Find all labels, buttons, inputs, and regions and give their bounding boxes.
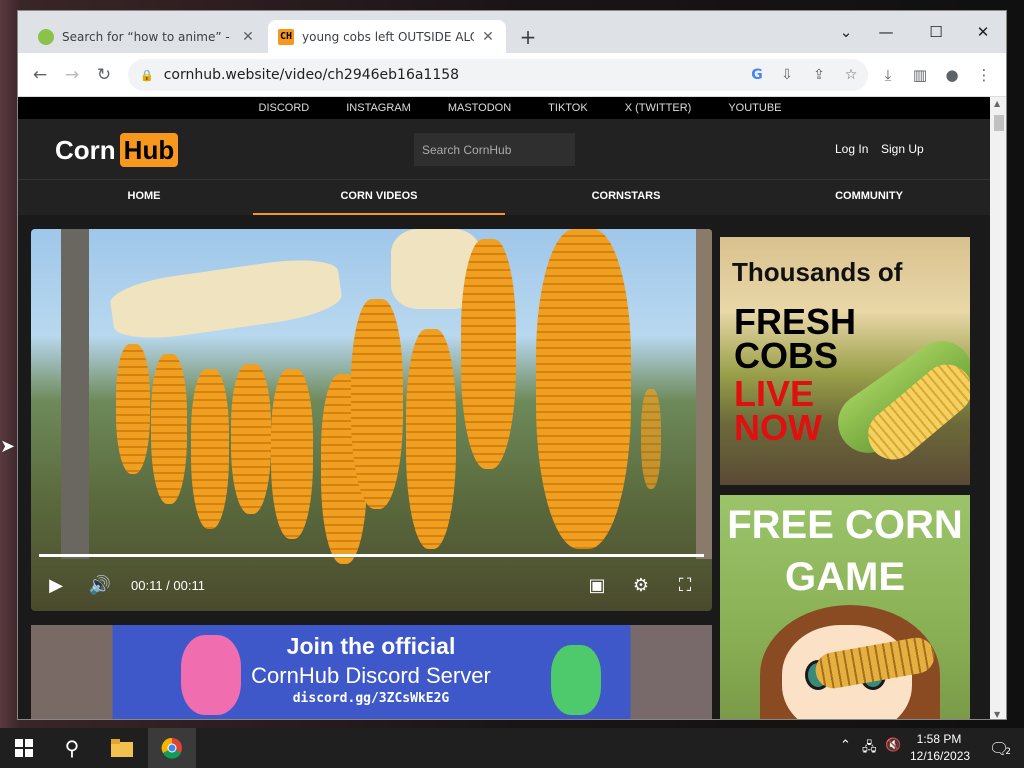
cornhub-favicon-icon: CH (278, 28, 294, 45)
logo-part-hub: Hub (119, 133, 179, 167)
video-time: 00:11 / 00:11 (131, 578, 205, 593)
social-link-mastodon[interactable]: MASTODON (448, 102, 511, 114)
menu-kebab-icon[interactable]: ⋮ (972, 63, 996, 87)
tab-strip: Search for “how to anime” - wiki ✕ CH yo… (18, 11, 1006, 53)
google-translate-icon[interactable]: G (746, 64, 768, 86)
social-link-discord[interactable]: DISCORD (259, 102, 310, 114)
signup-link[interactable]: Sign Up (881, 142, 924, 156)
chrome-icon[interactable] (148, 728, 196, 768)
minimize-button[interactable]: — (866, 17, 906, 47)
file-explorer-icon[interactable] (98, 728, 146, 768)
site-header: Corn Hub Log In Sign Up (18, 119, 990, 179)
reload-icon[interactable]: ↻ (92, 63, 116, 87)
social-link-x[interactable]: X (TWITTER) (625, 102, 692, 114)
scroll-up-icon[interactable]: ▲ (994, 99, 1000, 108)
page-scrollbar[interactable]: ▲ ▼ (990, 97, 1006, 719)
volume-icon[interactable]: 🔊 (87, 573, 113, 599)
tab-title: Search for “how to anime” - wiki (62, 29, 234, 44)
nav-corn-videos[interactable]: CORN VIDEOS (253, 180, 505, 215)
settings-gear-icon[interactable]: ⚙ (628, 573, 654, 599)
logo-part-corn: Corn (55, 134, 116, 165)
back-icon[interactable]: ← (28, 63, 52, 87)
tab-cornhub-video[interactable]: CH young cobs left OUTSIDE ALONE ✕ (268, 20, 506, 53)
ad-line-1: Thousands of (732, 257, 903, 287)
social-link-tiktok[interactable]: TIKTOK (548, 102, 588, 114)
close-window-button[interactable]: ✕ (963, 17, 1003, 47)
taskbar: ⚲ ⌃ 🖧 🔇 1:58 PM 12/16/2023 🗨 2 (0, 728, 1024, 768)
maximize-button[interactable]: ☐ (916, 17, 956, 47)
video-player[interactable]: ▶ 🔊 00:11 / 00:11 ▣ ⚙ ⛶ (31, 229, 712, 611)
scrollbar-thumb[interactable] (994, 115, 1004, 131)
address-bar[interactable]: 🔒 cornhub.website/video/ch2946eb16a1158 … (128, 59, 868, 91)
new-tab-button[interactable]: + (516, 25, 540, 49)
forward-icon[interactable]: → (60, 63, 84, 87)
video-progress-bar[interactable] (39, 554, 704, 557)
social-link-instagram[interactable]: INSTAGRAM (346, 102, 411, 114)
volume-muted-icon[interactable]: 🔇 (885, 738, 901, 753)
play-icon[interactable]: ▶ (43, 573, 69, 599)
notification-count: 2 (1005, 747, 1012, 757)
share-icon[interactable]: ⇪ (808, 64, 830, 86)
clock-time: 1:58 PM (916, 732, 962, 746)
ad-free-corn-game[interactable]: FREE CORN GAME (720, 495, 970, 719)
tab-wiki-search[interactable]: Search for “how to anime” - wiki ✕ (28, 20, 266, 53)
browser-toolbar: ← → ↻ 🔒 cornhub.website/video/ch2946eb16… (18, 53, 1006, 97)
bookmark-star-icon[interactable]: ☆ (840, 64, 862, 86)
scroll-down-icon[interactable]: ▼ (994, 710, 1000, 719)
mascot-character-image (551, 645, 601, 715)
windows-start-icon[interactable] (0, 728, 48, 768)
close-tab-icon[interactable]: ✕ (480, 29, 496, 45)
picture-in-picture-icon[interactable]: ▣ (584, 573, 610, 599)
nav-cornstars[interactable]: CORNSTARS (500, 180, 752, 215)
search-icon[interactable]: ⚲ (48, 728, 96, 768)
nav-community[interactable]: COMMUNITY (743, 180, 990, 215)
ad-headline: FREE CORN GAME (727, 503, 963, 599)
tray-chevron-icon[interactable]: ⌃ (840, 738, 851, 753)
ad-fresh-cobs[interactable]: Thousands of FRESH COBS LIVE NOW (720, 237, 970, 485)
mascot-character-image (181, 635, 241, 715)
url-text: cornhub.website/video/ch2946eb16a1158 (163, 67, 460, 83)
nav-home[interactable]: HOME (18, 180, 270, 215)
main-nav: HOME CORN VIDEOS CORNSTARS COMMUNITY (18, 179, 990, 215)
web-page: DISCORD INSTAGRAM MASTODON TIKTOK X (TWI… (18, 97, 990, 719)
fullscreen-icon[interactable]: ⛶ (672, 573, 698, 599)
social-link-youtube[interactable]: YOUTUBE (728, 102, 781, 114)
discord-banner[interactable]: Join the official CornHub Discord Server… (31, 625, 712, 719)
login-link[interactable]: Log In (835, 142, 868, 156)
taskbar-clock[interactable]: 1:58 PM 12/16/2023 (910, 731, 971, 765)
install-app-icon[interactable]: ⇩ (776, 64, 798, 86)
tab-search-icon[interactable]: ⌄ (826, 17, 866, 47)
social-links-bar: DISCORD INSTAGRAM MASTODON TIKTOK X (TWI… (18, 97, 990, 119)
network-icon[interactable]: 🖧 (862, 738, 877, 760)
browser-window: Search for “how to anime” - wiki ✕ CH yo… (17, 10, 1007, 720)
site-search-input[interactable] (414, 133, 575, 166)
clock-date: 12/16/2023 (910, 749, 971, 763)
mouse-cursor-icon: ➤ (0, 436, 16, 457)
profile-avatar-icon[interactable]: ● (940, 63, 964, 87)
tab-title: young cobs left OUTSIDE ALONE (302, 29, 474, 44)
video-controls: ▶ 🔊 00:11 / 00:11 ▣ ⚙ ⛶ (31, 565, 712, 611)
ad-line-2: FRESH COBS (734, 301, 857, 376)
downloads-icon[interactable]: ⤓ (876, 63, 900, 87)
close-tab-icon[interactable]: ✕ (240, 29, 256, 45)
wiki-favicon-icon (38, 28, 54, 45)
site-logo[interactable]: Corn Hub (55, 133, 179, 167)
lock-icon: 🔒 (140, 68, 154, 82)
side-panel-icon[interactable]: ▥ (908, 63, 932, 87)
notification-center-icon[interactable]: 🗨 2 (976, 728, 1024, 768)
